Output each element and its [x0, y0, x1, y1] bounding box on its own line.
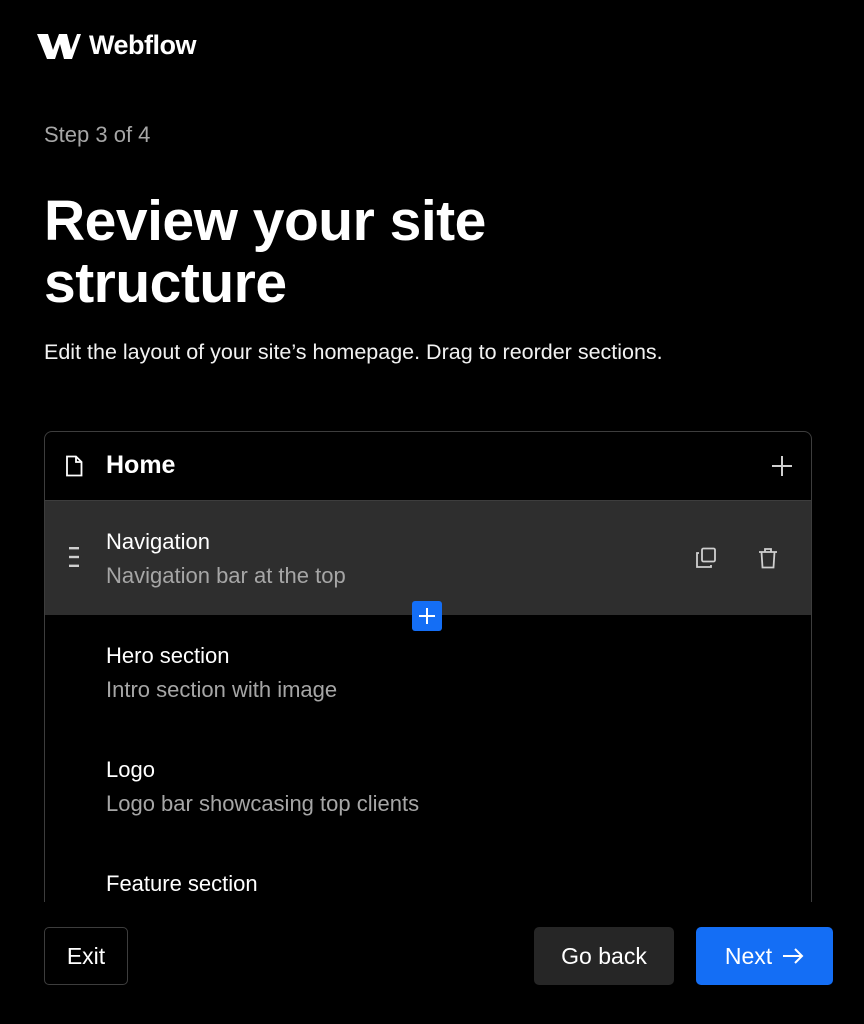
arrow-right-icon — [783, 948, 804, 964]
section-name: Feature section — [106, 871, 258, 896]
duplicate-icon[interactable] — [695, 547, 717, 574]
step-indicator: Step 3 of 4 — [44, 122, 151, 147]
next-button[interactable]: Next — [696, 927, 833, 985]
page-name: Home — [106, 451, 176, 479]
go-back-button[interactable]: Go back — [534, 927, 674, 985]
next-button-label: Next — [724, 942, 773, 969]
brand-name: Webflow — [89, 30, 197, 60]
site-structure-panel: Home Navigation Navigation bar at the to… — [44, 431, 812, 902]
section-name: Navigation — [106, 529, 210, 554]
section-name: Hero section — [106, 643, 230, 668]
section-name: Logo — [106, 757, 155, 782]
section-row-hero[interactable]: Hero section Intro section with image — [45, 615, 811, 729]
add-section-plus-icon[interactable] — [771, 455, 793, 482]
page-icon — [65, 455, 83, 482]
insert-section-plus-icon[interactable] — [412, 601, 442, 631]
section-row-logo[interactable]: Logo Logo bar showcasing top clients — [45, 729, 811, 843]
section-row-navigation[interactable]: Navigation Navigation bar at the top — [45, 501, 811, 615]
webflow-logo-icon — [37, 33, 81, 59]
page-header: Home — [45, 432, 811, 501]
section-description: Navigation bar at the top — [106, 563, 346, 588]
exit-button[interactable]: Exit — [44, 927, 128, 985]
drag-handle-icon[interactable] — [69, 546, 81, 573]
trash-icon[interactable] — [757, 547, 779, 574]
section-description: Logo bar showcasing top clients — [106, 791, 420, 816]
page-title: Review your site structure — [44, 189, 486, 315]
section-row-feature[interactable]: Feature section — [45, 843, 811, 902]
section-description: Intro section with image — [106, 677, 338, 702]
brand-logo: Webflow — [37, 30, 197, 61]
page-subtitle: Edit the layout of your site’s homepage.… — [44, 340, 663, 364]
